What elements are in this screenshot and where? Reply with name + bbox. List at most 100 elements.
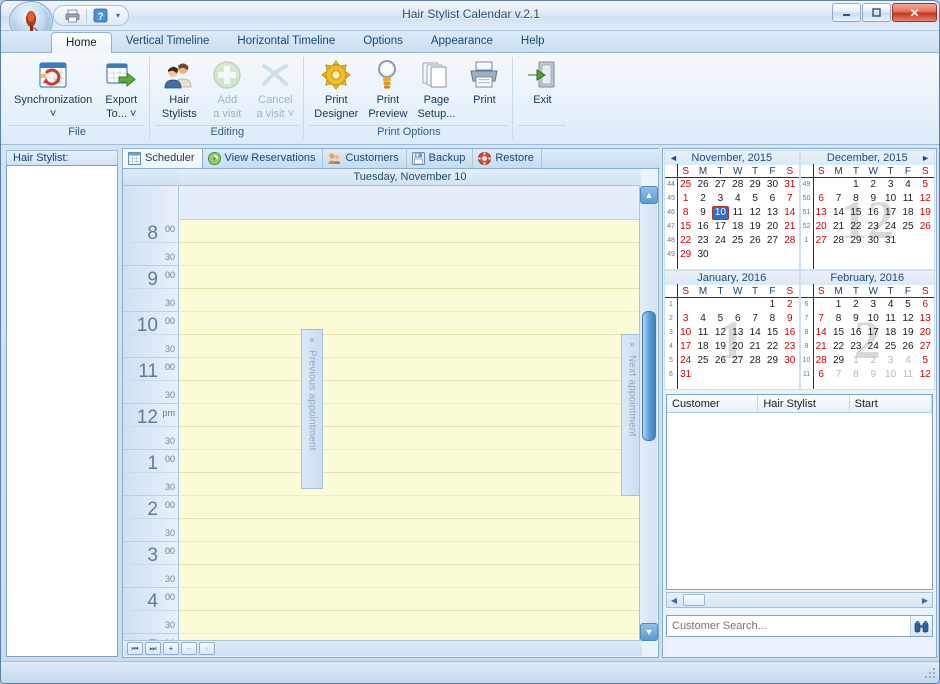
calendar-day[interactable]: 29 (847, 234, 864, 248)
calendar-day[interactable]: 21 (813, 340, 830, 354)
calendar-day[interactable]: 10 (865, 312, 882, 326)
calendar-day[interactable]: 15 (677, 220, 694, 234)
calendar-day[interactable]: 14 (781, 206, 798, 220)
scheduler-vertical-scrollbar[interactable]: ▲ ▼ (639, 186, 658, 641)
calendar-day[interactable]: 2 (865, 354, 882, 368)
calendar-day[interactable]: 1 (677, 192, 694, 206)
binoculars-icon[interactable] (910, 616, 932, 636)
zoom-out-button[interactable]: – (181, 642, 197, 655)
calendar-day[interactable]: 18 (899, 206, 916, 220)
calendar-day[interactable]: 30 (764, 178, 781, 192)
calendar-day[interactable]: 6 (813, 368, 830, 382)
all-day-area[interactable] (180, 186, 641, 220)
ribbon-button-page-setup[interactable]: Page Setup... (412, 58, 460, 120)
calendar-day[interactable]: 14 (813, 326, 830, 340)
ribbon-tab-help[interactable]: Help (507, 31, 559, 52)
help-icon[interactable]: ? (92, 7, 109, 24)
calendar-day[interactable]: 19 (917, 206, 934, 220)
calendar-day[interactable]: 9 (781, 312, 798, 326)
calendar-day[interactable]: 3 (712, 192, 729, 206)
calendar-day[interactable]: 3 (882, 354, 899, 368)
zoom-in-button[interactable]: + (163, 642, 179, 655)
calendar-day[interactable]: 8 (847, 368, 864, 382)
calendar-day[interactable]: 5 (746, 192, 763, 206)
collapse-button[interactable]: ‹ (199, 642, 215, 655)
calendar-day[interactable]: 26 (917, 220, 934, 234)
calendar-day[interactable]: 30 (694, 248, 711, 262)
appointment-cell[interactable] (180, 335, 641, 358)
calendar-day[interactable]: 19 (899, 326, 916, 340)
maximize-button[interactable] (862, 3, 891, 22)
calendar-day[interactable]: 24 (712, 234, 729, 248)
scheduler-tab-customers[interactable]: Customers (323, 149, 407, 168)
calendar-day[interactable]: 24 (882, 220, 899, 234)
ribbon-button-hair-stylists[interactable]: Hair Stylists (155, 58, 203, 120)
calendar-day[interactable]: 10 (882, 368, 899, 382)
ribbon-button-print-designer[interactable]: Print Designer (309, 58, 363, 120)
calendar-day[interactable]: 31 (781, 178, 798, 192)
calendar-day[interactable]: 29 (746, 178, 763, 192)
calendar-day[interactable]: 21 (830, 220, 847, 234)
scheduler-tab-backup[interactable]: Backup (407, 149, 474, 168)
calendar-day[interactable]: 5 (917, 178, 934, 192)
resize-grip[interactable] (925, 668, 937, 680)
calendar-day[interactable]: 16 (694, 220, 711, 234)
scroll-left-button[interactable]: ◀ (667, 596, 681, 605)
calendar-day[interactable]: 17 (677, 340, 694, 354)
calendar-day[interactable]: 21 (781, 220, 798, 234)
appointment-cell[interactable] (180, 312, 641, 335)
calendar-day[interactable]: 13 (764, 206, 781, 220)
calendar-day[interactable]: 5 (917, 354, 934, 368)
calendar-day[interactable]: 14 (746, 326, 763, 340)
calendar-day[interactable]: 16 (865, 206, 882, 220)
appointment-cell[interactable] (180, 565, 641, 588)
calendar-day[interactable]: 10 (882, 192, 899, 206)
calendar-day[interactable]: 2 (865, 178, 882, 192)
calendar-day[interactable]: 12 (712, 326, 729, 340)
calendar-day[interactable]: 22 (764, 340, 781, 354)
calendar-day[interactable]: 16 (847, 326, 864, 340)
ribbon-button-print-preview[interactable]: Print Preview (363, 58, 412, 120)
ribbon-tab-options[interactable]: Options (349, 31, 417, 52)
calendar-day[interactable]: 27 (764, 234, 781, 248)
calendar-day[interactable]: 4 (729, 192, 746, 206)
calendar-day[interactable]: 9 (694, 206, 711, 220)
calendar-day[interactable]: 27 (729, 354, 746, 368)
close-button[interactable]: ✕ (892, 3, 937, 22)
calendar-day[interactable]: 13 (729, 326, 746, 340)
calendar-day[interactable]: 9 (865, 192, 882, 206)
calendar-day[interactable]: 28 (830, 234, 847, 248)
calendar-day[interactable]: 2 (694, 192, 711, 206)
scroll-right-button[interactable]: ▶ (918, 596, 932, 605)
hair-stylist-list[interactable] (6, 165, 118, 657)
calendar-day[interactable]: 11 (899, 368, 916, 382)
appointment-cell[interactable] (180, 450, 641, 473)
calendar-day[interactable]: 28 (729, 178, 746, 192)
appointment-cell[interactable] (180, 243, 641, 266)
calendar-day[interactable]: 22 (847, 220, 864, 234)
calendar-day[interactable]: 20 (764, 220, 781, 234)
calendar-day[interactable]: 28 (781, 234, 798, 248)
calendar-day[interactable]: 4 (882, 298, 899, 312)
calendar-day[interactable]: 15 (764, 326, 781, 340)
appointment-cell[interactable] (180, 358, 641, 381)
calendar-day[interactable]: 27 (813, 234, 830, 248)
calendar-day[interactable]: 26 (899, 340, 916, 354)
scheduler-tab-view-reservations[interactable]: View Reservations (203, 149, 324, 168)
ribbon-tab-horizontal-timeline[interactable]: Horizontal Timeline (223, 31, 349, 52)
appointment-cell[interactable] (180, 519, 641, 542)
calendar-day[interactable]: 25 (899, 220, 916, 234)
calendar-day[interactable]: 7 (781, 192, 798, 206)
calendar-day[interactable]: 4 (899, 354, 916, 368)
appointment-cell[interactable] (180, 611, 641, 634)
calendar-day[interactable]: 8 (847, 192, 864, 206)
calendar-day[interactable]: 13 (917, 312, 934, 326)
calendar-day[interactable]: 1 (847, 178, 864, 192)
calendar-day[interactable]: 20 (729, 340, 746, 354)
mini-calendar-january[interactable]: January, 2016 S M T W T F S 1 1 1 2 2 3 4 5 6 7 8 9 3 10 11 12 1… (664, 270, 800, 390)
calendar-day[interactable]: 26 (712, 354, 729, 368)
calendar-day[interactable]: 30 (865, 234, 882, 248)
calendar-day[interactable]: 15 (847, 206, 864, 220)
calendar-prev-button[interactable]: ◄ (669, 153, 678, 163)
calendar-day[interactable]: 10 (677, 326, 694, 340)
